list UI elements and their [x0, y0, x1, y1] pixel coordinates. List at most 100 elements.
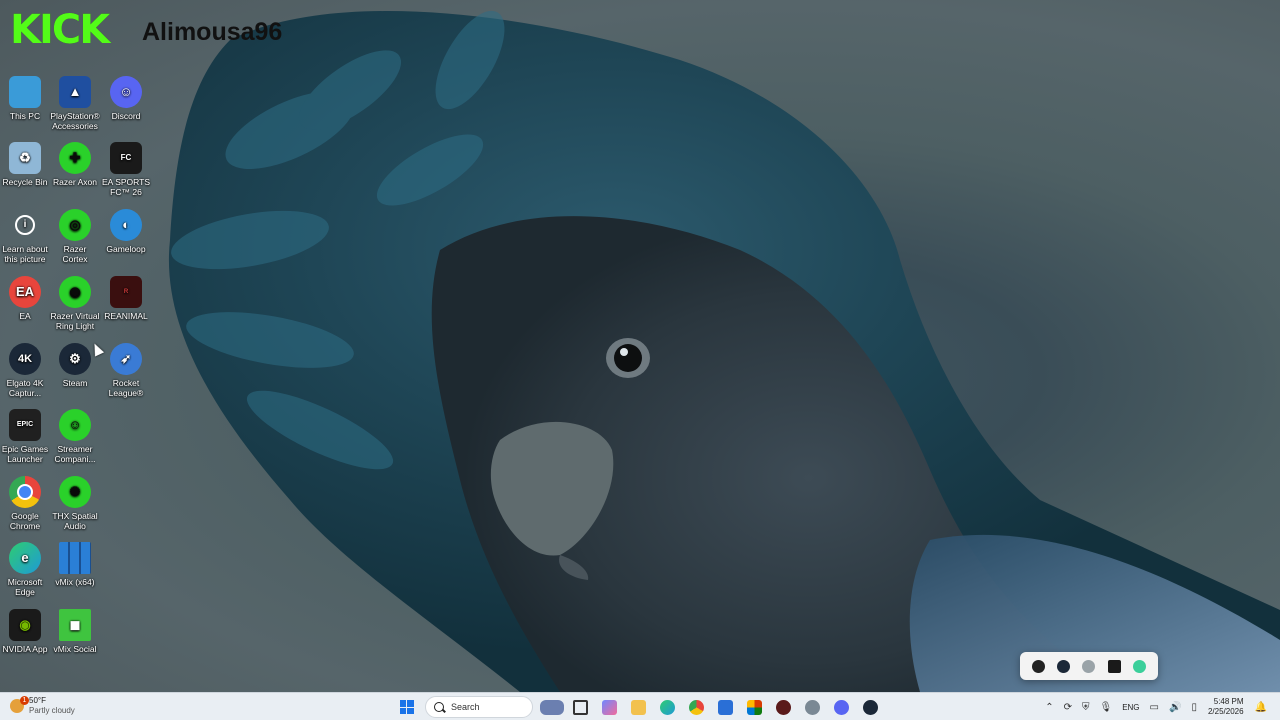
taskbar-file-explorer[interactable]	[627, 695, 651, 719]
recycle-bin-icon: ♻	[9, 142, 41, 174]
clock[interactable]: 5:48 PM 2/25/2026	[1208, 697, 1244, 717]
learn-picture-icon: i	[15, 215, 35, 235]
desktop-icon-label: Google Chrome	[9, 511, 41, 531]
sync-icon[interactable]: ⟳	[1064, 702, 1072, 713]
weather-badge: 1	[20, 696, 29, 705]
windows-logo-icon	[399, 700, 414, 714]
desktop-icon-label: NVIDIA App	[2, 644, 48, 654]
taskbar-task-view[interactable]	[569, 695, 593, 719]
desktop-icon-playstation-accessories[interactable]: ▲ PlayStation® Accessories	[50, 76, 100, 131]
obs-tray-icon[interactable]	[1032, 659, 1046, 673]
streamer-companion-icon: ☺	[59, 409, 91, 441]
desktop-icon-razer-cortex[interactable]: ◎ Razer Cortex	[50, 209, 100, 264]
edge-icon: e	[9, 542, 41, 574]
start-button[interactable]	[395, 695, 419, 719]
ea-icon: EA	[9, 276, 41, 308]
vmix-social-icon: ◼	[59, 609, 91, 641]
desktop-icon-label: Gameloop	[106, 244, 146, 254]
desktop-icon-ea[interactable]: EA EA	[0, 276, 50, 321]
taskbar-chrome[interactable]	[685, 695, 709, 719]
microphone-icon[interactable]: 🎙	[1099, 702, 1112, 713]
desktop-icon-label: EA	[19, 311, 31, 321]
taskbar-edge[interactable]	[656, 695, 680, 719]
desktop-icon-ea-sports-fc[interactable]: FC EA SPORTS FC™ 26	[101, 142, 151, 197]
taskbar-copilot[interactable]	[598, 695, 622, 719]
taskbar-discord[interactable]	[830, 695, 854, 719]
weather-temp: 50°F	[29, 696, 46, 705]
battery-icon[interactable]: ▯	[1191, 702, 1197, 713]
volume-icon[interactable]: 🔊	[1169, 702, 1181, 713]
desktop-icon-label: Learn about this picture	[2, 244, 48, 264]
desktop-icon-razer-axon[interactable]: ✚ Razer Axon	[50, 142, 100, 187]
taskbar-center: Search	[392, 695, 885, 719]
desktop-icon-recycle-bin[interactable]: ♻ Recycle Bin	[0, 142, 50, 187]
vmix-icon	[59, 542, 91, 574]
channel-name: Alimousa96	[142, 18, 283, 46]
taskbar-widget-app[interactable]	[539, 695, 564, 719]
desktop-icon-label: Streamer Compani...	[54, 444, 96, 464]
taskbar-settings[interactable]	[801, 695, 825, 719]
discord-icon: ☺	[110, 76, 142, 108]
desktop-icon-gameloop[interactable]: ◐ Gameloop	[101, 209, 151, 254]
desktop-icon-google-chrome[interactable]: Google Chrome	[0, 476, 50, 531]
razer-axon-icon: ✚	[59, 142, 91, 174]
shield-icon[interactable]: ⛨	[1082, 702, 1090, 713]
desktop-icon-nvidia-app[interactable]: ◉ NVIDIA App	[0, 609, 50, 654]
razer-ring-light-icon: ◉	[59, 276, 91, 308]
copilot-icon	[602, 699, 617, 715]
desktop-icon-label: Rocket League®	[108, 378, 144, 398]
system-tray: ⌃ ⟳ ⛨ 🎙 ENG ▭ 🔊 ▯ 5:48 PM 2/25/2026 🔔	[1040, 695, 1272, 719]
desktop-icon-microsoft-edge[interactable]: e Microsoft Edge	[0, 542, 50, 597]
desktop-icon-epic-games[interactable]: EPIC Epic Games Launcher	[0, 409, 50, 464]
discord-icon	[834, 699, 849, 715]
elgato-icon: 4K	[9, 343, 41, 375]
ea-fc-icon: FC	[110, 142, 142, 174]
clock-date: 2/25/2026	[1207, 707, 1244, 716]
weather-widget[interactable]: 1 50°F Partly cloudy	[10, 696, 75, 716]
desktop-icon-label: Microsoft Edge	[7, 577, 43, 597]
desktop-icon-streamer-companion[interactable]: ☺ Streamer Compani...	[50, 409, 100, 464]
taskbar-office-app[interactable]	[743, 695, 767, 719]
epic-games-icon: EPIC	[9, 409, 41, 441]
desktop-icon-learn-about-picture[interactable]: i Learn about this picture	[0, 209, 50, 264]
record-tray-icon[interactable]	[1082, 659, 1096, 673]
gameloop-tray-icon[interactable]	[1132, 659, 1146, 673]
desktop-icon-razer-ring-light[interactable]: ◉ Razer Virtual Ring Light	[50, 276, 100, 331]
gameloop-icon: ◐	[110, 209, 142, 241]
desktop-icon-label: PlayStation® Accessories	[50, 111, 100, 131]
desktop-wallpaper	[168, 10, 1280, 692]
desktop-icon-label: This PC	[9, 111, 41, 121]
desktop-icon-discord[interactable]: ☺ Discord	[101, 76, 151, 121]
nvidia-tray-icon[interactable]	[1107, 659, 1121, 673]
desktop-icon-thx-spatial-audio[interactable]: ✺ THX Spatial Audio	[50, 476, 100, 531]
desktop-icon-rocket-league[interactable]: ➶ Rocket League®	[101, 343, 151, 398]
rocket-league-icon: ➶	[110, 343, 142, 375]
taskbar-search-box[interactable]: Search	[425, 696, 533, 718]
desktop-icon-label: Razer Axon	[53, 177, 97, 187]
desktop-icon-label: Steam	[62, 378, 88, 388]
desktop-icon-vmix[interactable]: vMix (x64)	[50, 542, 100, 587]
weather-sun-icon: 1	[10, 696, 29, 713]
taskbar-store[interactable]	[714, 695, 738, 719]
tray-overflow-popup	[1020, 652, 1158, 680]
desktop-icon-label: Epic Games Launcher	[1, 444, 49, 464]
desktop-icon-elgato[interactable]: 4K Elgato 4K Captur...	[0, 343, 50, 398]
taskbar-steam[interactable]	[859, 695, 883, 719]
language-indicator[interactable]: ENG	[1122, 703, 1139, 712]
desktop-icon-vmix-social[interactable]: ◼ vMix Social	[50, 609, 100, 654]
desktop-icon-this-pc[interactable]: This PC	[0, 76, 50, 121]
steam-tray-icon[interactable]	[1057, 659, 1071, 673]
desktop-icon-reanimal[interactable]: R REANIMAL	[101, 276, 151, 321]
desktop-icon-label: EA SPORTS FC™ 26	[101, 177, 151, 197]
desktop-icon-label: vMix Social	[53, 644, 97, 654]
task-view-icon	[573, 699, 588, 715]
taskbar-reanimal[interactable]	[772, 695, 796, 719]
search-icon	[434, 702, 444, 712]
desktop-icon-label: THX Spatial Audio	[52, 511, 98, 531]
notification-bell-icon[interactable]: 🔔	[1255, 702, 1267, 713]
reanimal-icon: R	[110, 276, 142, 308]
chevron-up-icon[interactable]: ⌃	[1045, 702, 1053, 713]
taskbar: 1 50°F Partly cloudy Search ⌃ ⟳ ⛨ 🎙 ENG …	[0, 692, 1280, 720]
network-icon[interactable]: ▭	[1150, 702, 1159, 713]
desktop-icon-label: REANIMAL	[104, 311, 148, 321]
